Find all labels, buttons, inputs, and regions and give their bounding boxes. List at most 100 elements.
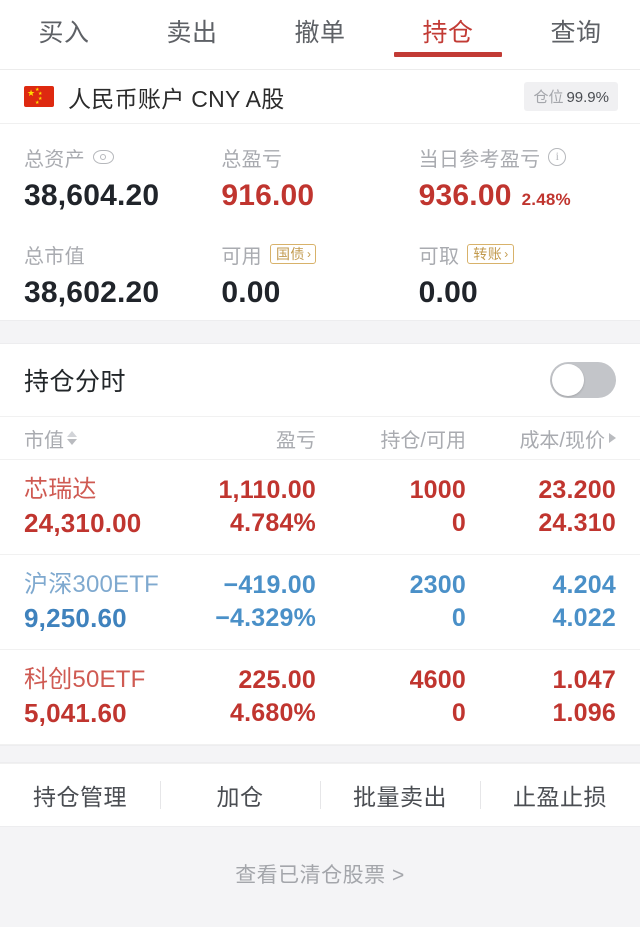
cost-value: 23.200 xyxy=(538,476,616,504)
current-price: 24.310 xyxy=(538,509,616,537)
today-pl-label: 当日参考盈亏 xyxy=(418,148,541,171)
pl-percent: 4.784% xyxy=(230,509,316,537)
action-stop-profit-loss[interactable]: 止盈止损 xyxy=(480,778,640,812)
holdings-table-header: 市值 盈亏 持仓/可用 成本/现价 xyxy=(0,416,640,460)
total-assets-cell: 总资产 38,604.20 xyxy=(24,144,221,213)
cell-cost-price: 23.200 24.310 xyxy=(466,474,616,540)
qty-hold: 4600 xyxy=(409,666,466,694)
cell-pl: 1,110.00 4.784% xyxy=(166,474,316,540)
column-header-pl: 盈亏 xyxy=(166,424,316,453)
stock-market-value: 24,310.00 xyxy=(24,508,142,538)
tab-buy[interactable]: 买入 xyxy=(0,0,128,49)
position-ratio-label: 仓位 xyxy=(533,89,564,106)
cell-cost-price: 4.204 4.022 xyxy=(466,569,616,635)
summary-row-2: 总市值 38,602.20 可用 国债 › 0.00 可取 转账 › 0.00 xyxy=(0,241,640,310)
today-pl-value-wrap: 936.00 2.48% xyxy=(419,179,616,213)
stock-market-value: 9,250.60 xyxy=(24,603,127,633)
action-position-management[interactable]: 持仓管理 xyxy=(0,778,160,812)
summary-row-1: 总资产 38,604.20 总盈亏 916.00 当日参考盈亏 i 936.00… xyxy=(0,144,640,213)
column-header-label: 市值 xyxy=(24,429,64,452)
account-row[interactable]: ★ ★ ★ ★ ★ 人民币账户 CNY A股 仓位 99.9% xyxy=(0,70,640,124)
cell-quantity: 4600 0 xyxy=(316,664,466,730)
column-header-label: 成本/现价 xyxy=(519,429,605,452)
info-icon[interactable]: i xyxy=(548,148,567,166)
withdrawable-value: 0.00 xyxy=(418,276,478,309)
qty-hold: 2300 xyxy=(409,571,466,599)
chevron-right-icon: › xyxy=(306,247,312,261)
today-pl-percent: 2.48% xyxy=(521,190,571,209)
total-assets-label-wrap: 总资产 xyxy=(24,144,221,171)
column-header-label: 持仓/可用 xyxy=(380,429,466,452)
intraday-toggle-row: 持仓分时 xyxy=(0,344,640,416)
bottom-action-bar: 持仓管理 加仓 批量卖出 止盈止损 xyxy=(0,763,640,827)
tab-label: 查询 xyxy=(550,19,602,47)
section-divider xyxy=(0,320,640,344)
account-summary: 总资产 38,604.20 总盈亏 916.00 当日参考盈亏 i 936.00… xyxy=(0,124,640,320)
transfer-badge[interactable]: 转账 › xyxy=(467,244,514,264)
tab-sell[interactable]: 卖出 xyxy=(128,0,256,49)
account-name: 人民币账户 CNY A股 xyxy=(68,85,285,112)
tab-holdings[interactable]: 持仓 xyxy=(384,0,512,57)
transfer-badge-label: 转账 xyxy=(473,246,503,262)
stock-name: 科创50ETF xyxy=(24,666,146,693)
action-add-position[interactable]: 加仓 xyxy=(160,778,320,812)
cell-quantity: 2300 0 xyxy=(316,569,466,635)
cell-name-market-value: 沪深300ETF 9,250.60 xyxy=(24,569,166,635)
total-assets-label: 总资产 xyxy=(24,148,85,171)
total-pl-cell: 总盈亏 916.00 xyxy=(221,144,418,213)
available-label-wrap: 可用 国债 › xyxy=(221,241,418,268)
total-pl-value: 916.00 xyxy=(221,179,315,212)
treasury-bond-badge[interactable]: 国债 › xyxy=(269,244,317,264)
stock-name: 芯瑞达 xyxy=(24,476,97,503)
total-pl-label: 总盈亏 xyxy=(221,148,283,171)
tab-query[interactable]: 查询 xyxy=(512,0,640,49)
action-batch-sell[interactable]: 批量卖出 xyxy=(320,778,480,812)
cell-name-market-value: 芯瑞达 24,310.00 xyxy=(24,474,166,540)
stock-name: 沪深300ETF xyxy=(24,571,159,598)
pl-percent: −4.329% xyxy=(215,604,316,632)
sort-arrows-icon[interactable] xyxy=(67,431,77,445)
eye-icon[interactable] xyxy=(92,150,114,164)
cost-value: 1.047 xyxy=(552,666,616,694)
footer: 查看已清仓股票 > xyxy=(0,827,640,927)
column-header-market-value[interactable]: 市值 xyxy=(24,424,166,453)
today-pl-cell: 当日参考盈亏 i 936.00 2.48% xyxy=(419,144,616,213)
table-row[interactable]: 芯瑞达 24,310.00 1,110.00 4.784% 1000 0 23.… xyxy=(0,460,640,555)
qty-available: 0 xyxy=(451,509,466,537)
total-pl-label-wrap: 总盈亏 xyxy=(221,144,418,171)
table-row[interactable]: 科创50ETF 5,041.60 225.00 4.680% 4600 0 1.… xyxy=(0,650,640,745)
tab-cancel-order[interactable]: 撤单 xyxy=(256,0,384,49)
section-divider xyxy=(0,745,640,763)
tab-label: 卖出 xyxy=(166,19,218,47)
china-flag-icon: ★ ★ ★ ★ ★ xyxy=(24,86,54,107)
cell-pl: −419.00 −4.329% xyxy=(166,569,316,635)
pl-amount: 225.00 xyxy=(238,666,316,694)
intraday-toggle-switch[interactable] xyxy=(550,362,616,398)
current-price: 1.096 xyxy=(552,699,616,727)
position-ratio-badge: 仓位 99.9% xyxy=(524,82,618,111)
tab-label: 买入 xyxy=(38,19,90,47)
available-label: 可用 xyxy=(221,245,262,268)
market-value-value: 38,602.20 xyxy=(24,276,160,309)
chevron-right-icon[interactable] xyxy=(609,433,616,443)
available-value: 0.00 xyxy=(221,276,281,309)
chevron-right-icon: › xyxy=(504,247,509,261)
withdrawable-cell: 可取 转账 › 0.00 xyxy=(419,241,616,310)
stock-market-value: 5,041.60 xyxy=(24,698,127,728)
withdrawable-label: 可取 xyxy=(418,245,460,268)
column-header-cost[interactable]: 成本/现价 xyxy=(466,424,616,453)
pl-amount: −419.00 xyxy=(223,571,316,599)
cell-cost-price: 1.047 1.096 xyxy=(466,664,616,730)
total-assets-value: 38,604.20 xyxy=(24,179,160,212)
cell-quantity: 1000 0 xyxy=(316,474,466,540)
market-value-label: 总市值 xyxy=(24,245,85,268)
column-header-label: 盈亏 xyxy=(276,429,316,452)
tab-label: 持仓 xyxy=(422,19,474,47)
view-closed-positions-link[interactable]: 查看已清仓股票 > xyxy=(235,859,405,927)
qty-hold: 1000 xyxy=(409,476,466,504)
cell-name-market-value: 科创50ETF 5,041.60 xyxy=(24,664,166,730)
market-value-cell: 总市值 38,602.20 xyxy=(24,241,221,310)
treasury-bond-badge-label: 国债 xyxy=(275,246,305,262)
table-row[interactable]: 沪深300ETF 9,250.60 −419.00 −4.329% 2300 0… xyxy=(0,555,640,650)
market-value-label-wrap: 总市值 xyxy=(24,241,221,268)
